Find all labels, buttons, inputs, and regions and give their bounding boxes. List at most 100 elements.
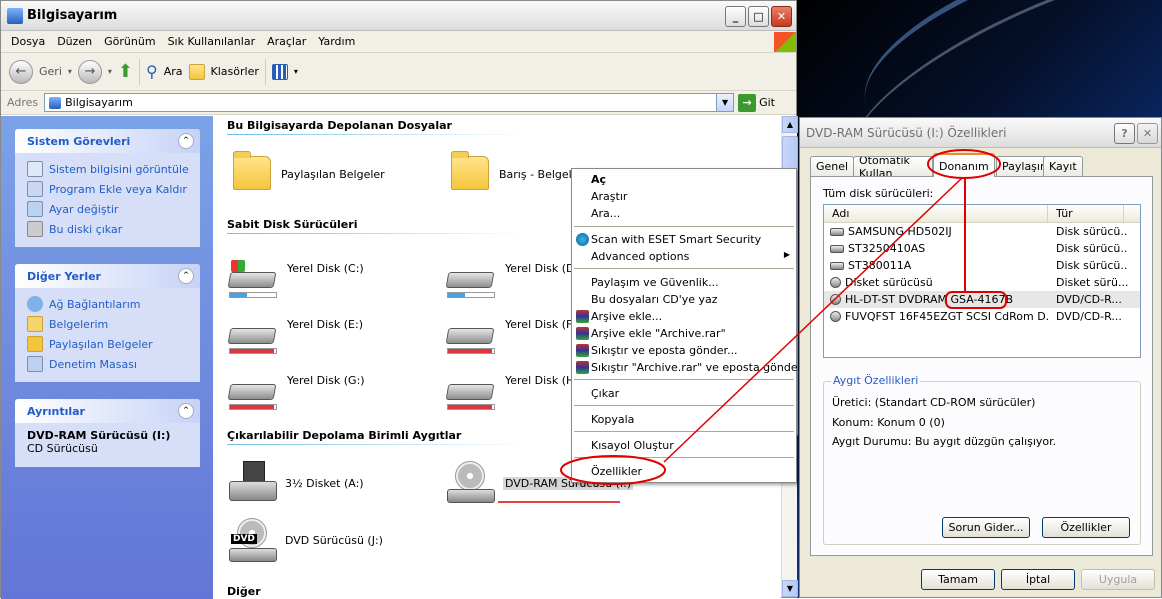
menu-item-add-archive[interactable]: Arşive ekle... <box>591 310 662 323</box>
minimize-button[interactable]: _ <box>725 6 746 27</box>
cancel-button[interactable]: İptal <box>1001 569 1075 590</box>
menu-item-copy[interactable]: Kopyala <box>591 413 634 426</box>
folder-shared-docs[interactable]: Paylaşılan Belgeler <box>233 151 385 190</box>
local-disk-3[interactable]: Yerel Disk (F:) <box>445 314 580 346</box>
dvd-drive[interactable]: DVD DVD Sürücüsü (J:) <box>229 518 383 564</box>
task-change-setting[interactable]: Ayar değiştir <box>27 199 200 219</box>
maximize-button[interactable]: □ <box>748 6 769 27</box>
item-label: Yerel Disk (C:) <box>287 262 364 275</box>
menu-favorites[interactable]: Sık Kullanılanlar <box>162 35 262 48</box>
local-disk-4[interactable]: Yerel Disk (G:) <box>227 370 365 402</box>
folders-button[interactable]: Klasörler <box>211 65 259 78</box>
dialog-titlebar[interactable]: DVD-RAM Sürücüsü (I:) Özellikleri ? ✕ <box>800 118 1161 148</box>
help-button[interactable]: ? <box>1114 123 1135 144</box>
search-icon[interactable]: ⚲ <box>146 62 158 81</box>
drive-type: Disket sürü... <box>1056 276 1128 289</box>
drive-type: DVD/CD-R... <box>1056 293 1122 306</box>
up-folder-icon[interactable]: ⬆ <box>118 61 133 82</box>
menu-item-compress-rar-email[interactable]: Sıkıştır "Archive.rar" ve eposta gönder <box>591 361 802 374</box>
tab-hardware[interactable]: Donanım <box>933 153 995 177</box>
apply-button[interactable]: Uygula <box>1081 569 1155 590</box>
item-label: 3½ Disket (A:) <box>285 477 364 490</box>
place-documents[interactable]: Belgelerim <box>27 314 200 334</box>
details-header[interactable]: Ayrıntılar ⌃ <box>15 399 200 423</box>
drive-list-row[interactable]: Disket sürücüsü Disket sürü... <box>824 274 1140 291</box>
local-disk-0[interactable]: Yerel Disk (C:) <box>227 258 364 290</box>
menu-duzen[interactable]: Düzen <box>51 35 98 48</box>
menu-yardim[interactable]: Yardım <box>312 35 361 48</box>
network-icon <box>27 296 43 312</box>
folder-icon <box>27 336 43 352</box>
scroll-up-button[interactable]: ▲ <box>782 116 798 133</box>
documents-icon <box>27 316 43 332</box>
menu-item-sharing-security[interactable]: Paylaşım ve Güvenlik... <box>591 276 719 289</box>
other-places-header[interactable]: Diğer Yerler ⌃ <box>15 264 200 288</box>
local-disk-5[interactable]: Yerel Disk (H:) <box>445 370 582 402</box>
menu-item-advanced-options[interactable]: Advanced options <box>591 250 689 263</box>
section-other: Diğer <box>227 585 261 598</box>
back-label[interactable]: Geri <box>39 65 62 78</box>
drive-list-row[interactable]: ST380011A Disk sürücü... <box>824 257 1140 274</box>
local-disk-2[interactable]: Yerel Disk (E:) <box>227 314 363 346</box>
place-network[interactable]: Ağ Bağlantılarım <box>27 294 200 314</box>
explorer-titlebar[interactable]: Bilgisayarım _ □ ✕ <box>1 1 796 31</box>
device-properties-button[interactable]: Özellikler <box>1042 517 1130 538</box>
menu-item-burn-cd[interactable]: Bu dosyaları CD'ye yaz <box>591 293 718 306</box>
drive-list-row[interactable]: FUVQFST 16F45EZGT SCSI CdRom D... DVD/CD-… <box>824 308 1140 325</box>
context-menu: Aç Araştır Ara... Scan with ESET Smart S… <box>571 168 802 483</box>
task-add-remove[interactable]: Program Ekle veya Kaldır <box>27 179 200 199</box>
tab-autoplay[interactable]: Otomatik Kullan <box>853 156 933 176</box>
drive-list-row[interactable]: ST3250410AS Disk sürücü... <box>824 240 1140 257</box>
address-input[interactable]: Bilgisayarım ▼ <box>44 93 735 112</box>
menu-araclar[interactable]: Araçlar <box>261 35 312 48</box>
go-button[interactable]: → Git <box>738 93 775 112</box>
place-shared-docs[interactable]: Paylaşılan Belgeler <box>27 334 200 354</box>
system-tasks-header[interactable]: Sistem Görevleri ⌃ <box>15 129 200 153</box>
menu-item-add-archive-rar[interactable]: Arşive ekle "Archive.rar" <box>591 327 726 340</box>
drive-list-row[interactable]: HL-DT-ST DVDRAM GSA-4167B DVD/CD-R... <box>824 291 1140 308</box>
item-label: Yerel Disk (E:) <box>287 318 363 331</box>
ok-button[interactable]: Tamam <box>921 569 995 590</box>
drive-type: Disk sürücü... <box>1056 225 1128 238</box>
toolbar: ← Geri ▾ → ▾ ⬆ ⚲ Ara Klasörler ▾ <box>1 53 796 91</box>
menu-item-eject[interactable]: Çıkar <box>591 387 619 400</box>
menu-dosya[interactable]: Dosya <box>5 35 51 48</box>
column-name[interactable]: Adı <box>824 205 1048 222</box>
tab-recording[interactable]: Kayıt <box>1043 156 1083 176</box>
back-arrow-icon[interactable]: ← <box>9 59 33 84</box>
menu-item-open[interactable]: Aç <box>591 173 606 186</box>
menu-item-explore[interactable]: Araştır <box>591 190 627 203</box>
dialog-close-button[interactable]: ✕ <box>1137 123 1158 144</box>
tab-general[interactable]: Genel <box>810 156 855 176</box>
address-dropdown-button[interactable]: ▼ <box>716 94 734 111</box>
collapse-chevron-icon[interactable]: ⌃ <box>178 403 194 419</box>
folder-icon <box>233 151 271 190</box>
menu-item-eset-scan[interactable]: Scan with ESET Smart Security <box>591 233 761 246</box>
menu-gorunum[interactable]: Görünüm <box>98 35 161 48</box>
menu-item-properties[interactable]: Özellikler <box>591 465 642 478</box>
views-icon[interactable] <box>271 63 288 80</box>
menu-item-compress-email[interactable]: Sıkıştır ve eposta gönder... <box>591 344 738 357</box>
folders-icon[interactable] <box>188 63 205 80</box>
drive-list-row[interactable]: SAMSUNG HD502IJ Disk sürücü... <box>824 223 1140 240</box>
collapse-chevron-icon[interactable]: ⌃ <box>178 268 194 284</box>
close-button[interactable]: ✕ <box>771 6 792 27</box>
drives-list[interactable]: Adı Tür SAMSUNG HD502IJ Disk sürücü... ST3… <box>823 204 1141 358</box>
scroll-down-button[interactable]: ▼ <box>782 580 798 597</box>
winrar-icon <box>576 344 589 357</box>
forward-arrow-icon[interactable]: → <box>77 59 102 84</box>
troubleshoot-button[interactable]: Sorun Gider... <box>942 517 1030 538</box>
folder-baris-docs[interactable]: Barış - Belgeler <box>451 151 583 190</box>
column-type[interactable]: Tür <box>1048 205 1124 222</box>
menu-item-create-shortcut[interactable]: Kısayol Oluştur <box>591 439 674 452</box>
task-system-info[interactable]: Sistem bilgisini görüntüle <box>27 159 200 179</box>
drive-type: Disk sürücü... <box>1056 242 1128 255</box>
task-eject[interactable]: Bu diski çıkar <box>27 219 200 239</box>
floppy-drive[interactable]: 3½ Disket (A:) <box>229 461 364 503</box>
collapse-chevron-icon[interactable]: ⌃ <box>178 133 194 149</box>
place-control-panel[interactable]: Denetim Masası <box>27 354 200 374</box>
local-disk-1[interactable]: Yerel Disk (D:) <box>445 258 583 290</box>
menu-item-search[interactable]: Ara... <box>591 207 620 220</box>
search-button[interactable]: Ara <box>164 65 183 78</box>
control-panel-icon <box>27 356 43 372</box>
